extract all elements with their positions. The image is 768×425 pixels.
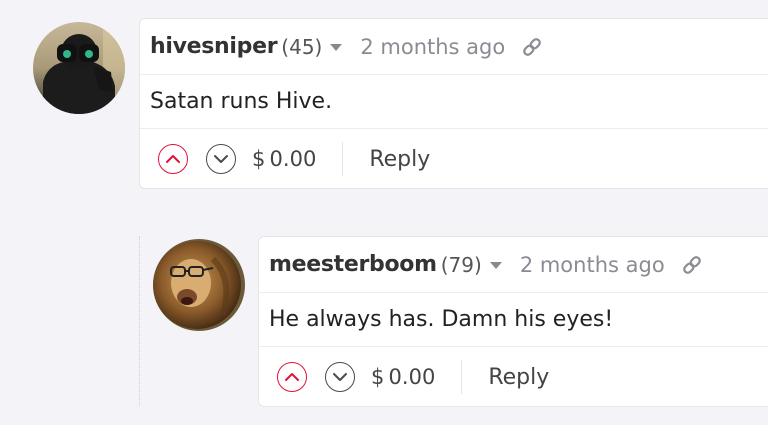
downvote-button[interactable] xyxy=(325,362,355,392)
comment-thread: hivesniper (45) 2 months ago Satan runs … xyxy=(0,0,768,425)
avatar[interactable] xyxy=(153,239,245,331)
chevron-down-icon xyxy=(333,373,347,381)
reputation-score: (79) xyxy=(440,252,482,277)
timestamp[interactable]: 2 months ago xyxy=(520,253,665,277)
upvote-button[interactable] xyxy=(277,362,307,392)
comment-card: meesterboom (79) 2 months ago He always … xyxy=(258,236,768,407)
lion-with-glasses-icon xyxy=(153,239,245,331)
payout-value[interactable]: $ 0.00 xyxy=(371,360,463,394)
comment-body: He always has. Damn his eyes! xyxy=(259,293,768,347)
link-icon[interactable] xyxy=(681,254,703,276)
chevron-down-icon[interactable] xyxy=(489,262,502,269)
comment: meesterboom (79) 2 months ago He always … xyxy=(0,0,768,425)
chevron-up-icon xyxy=(285,373,299,381)
reply-button[interactable]: Reply xyxy=(488,365,549,390)
comment-footer: $ 0.00 Reply xyxy=(259,347,768,407)
author-name[interactable]: meesterboom xyxy=(269,252,437,277)
comment-header: meesterboom (79) 2 months ago xyxy=(259,237,768,293)
